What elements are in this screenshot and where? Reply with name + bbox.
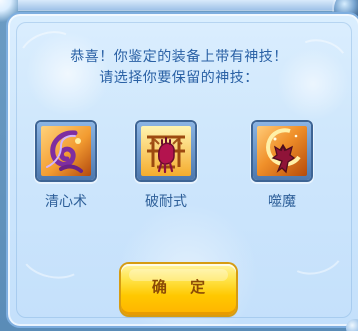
decorative-swirl — [282, 227, 348, 281]
skill-icon-frame[interactable] — [37, 122, 95, 180]
bottom-right-orb-decoration — [346, 319, 358, 331]
decorative-swirl — [16, 227, 90, 285]
skill-label-shimo[interactable]: 噬魔 — [240, 193, 324, 211]
dialog-message: 恭喜！你鉴定的装备上带有神技！ 请选择你要保留的神技： — [40, 47, 318, 89]
dialog-message-line-2: 请选择你要保留的神技： — [99, 70, 259, 86]
game-dialog-screen: 恭喜！你鉴定的装备上带有神技！ 请选择你要保留的神技： 清心术 破耐式 噬魔 确… — [0, 0, 358, 331]
top-border-strip — [18, 0, 338, 11]
skill-icon-frame[interactable] — [253, 122, 311, 180]
dialog-message-line-1: 恭喜！你鉴定的装备上带有神技！ — [70, 49, 288, 65]
skill-icon-frame[interactable] — [137, 122, 195, 180]
swirl-icon-graphic — [41, 126, 91, 176]
skill-option-qingxinshu[interactable]: 清心术 — [24, 118, 108, 218]
confirm-button[interactable]: 确 定 — [121, 264, 236, 315]
wolf-icon-graphic — [257, 126, 307, 176]
wolf-icon — [257, 126, 307, 176]
fist-icon-graphic — [141, 126, 191, 176]
confirm-button-label[interactable]: 确 定 — [121, 277, 236, 297]
skill-label-ponaishi[interactable]: 破耐式 — [124, 193, 208, 211]
skill-option-ponaishi[interactable]: 破耐式 — [124, 118, 208, 218]
skill-label-qingxinshu[interactable]: 清心术 — [24, 193, 108, 211]
skill-option-shimo[interactable]: 噬魔 — [240, 118, 324, 218]
swirl-icon — [41, 126, 91, 176]
fist-icon — [141, 126, 191, 176]
